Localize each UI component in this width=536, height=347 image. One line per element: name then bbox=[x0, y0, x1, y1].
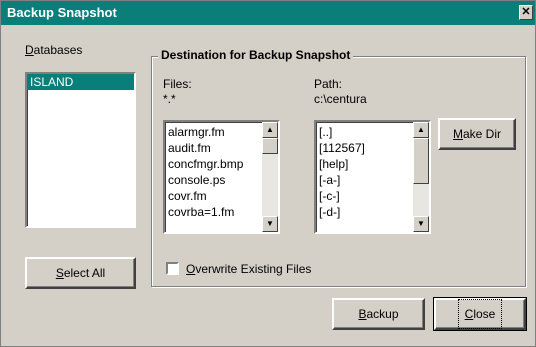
databases-label: Databases bbox=[25, 43, 83, 57]
files-filter: *.* bbox=[163, 92, 176, 106]
backup-snapshot-dialog: Backup Snapshot ✕ Databases ISLAND Selec… bbox=[0, 0, 536, 347]
directories-scroll-thumb[interactable] bbox=[413, 138, 429, 184]
files-list[interactable]: alarmgr.fm audit.fm concfmgr.bmp console.ps… bbox=[163, 120, 280, 234]
path-label: Path: bbox=[314, 77, 343, 91]
close-focus-box: Close bbox=[457, 299, 503, 329]
files-label: Files: bbox=[163, 77, 192, 91]
select-all-button[interactable]: Select All bbox=[25, 257, 136, 289]
path-value: c:\centura bbox=[314, 92, 367, 106]
close-button[interactable]: Close bbox=[433, 297, 527, 331]
close-icon[interactable]: ✕ bbox=[519, 5, 533, 20]
make-dir-button[interactable]: Make Dir bbox=[438, 118, 516, 150]
select-all-label: Select All bbox=[55, 266, 106, 280]
scroll-up-icon[interactable]: ▲ bbox=[262, 122, 278, 138]
overwrite-checkbox[interactable] bbox=[166, 262, 179, 275]
scroll-down-icon[interactable]: ▼ bbox=[413, 216, 429, 232]
scroll-up-icon[interactable]: ▲ bbox=[413, 122, 429, 138]
title-bar[interactable]: Backup Snapshot ✕ bbox=[1, 1, 535, 25]
files-scrollbar[interactable]: ▲ ▼ bbox=[262, 122, 278, 232]
close-label: Close bbox=[464, 307, 496, 321]
directories-list[interactable]: [..] [112567] [help] [-a-] [-c-] [-d-] ▲ ▼ bbox=[314, 120, 431, 234]
destination-group-title: Destination for Backup Snapshot bbox=[158, 48, 354, 62]
overwrite-label[interactable]: Overwrite Existing Files bbox=[186, 262, 311, 276]
backup-label: Backup bbox=[358, 307, 399, 321]
database-list-item[interactable]: ISLAND bbox=[27, 74, 134, 90]
directories-scrollbar[interactable]: ▲ ▼ bbox=[413, 122, 429, 232]
databases-list[interactable]: ISLAND bbox=[25, 72, 136, 228]
scroll-down-icon[interactable]: ▼ bbox=[262, 216, 278, 232]
databases-items: ISLAND bbox=[27, 74, 134, 90]
make-dir-label: Make Dir bbox=[452, 127, 501, 141]
backup-button[interactable]: Backup bbox=[332, 298, 425, 330]
files-scroll-thumb[interactable] bbox=[262, 138, 278, 154]
window-title: Backup Snapshot bbox=[7, 5, 117, 20]
